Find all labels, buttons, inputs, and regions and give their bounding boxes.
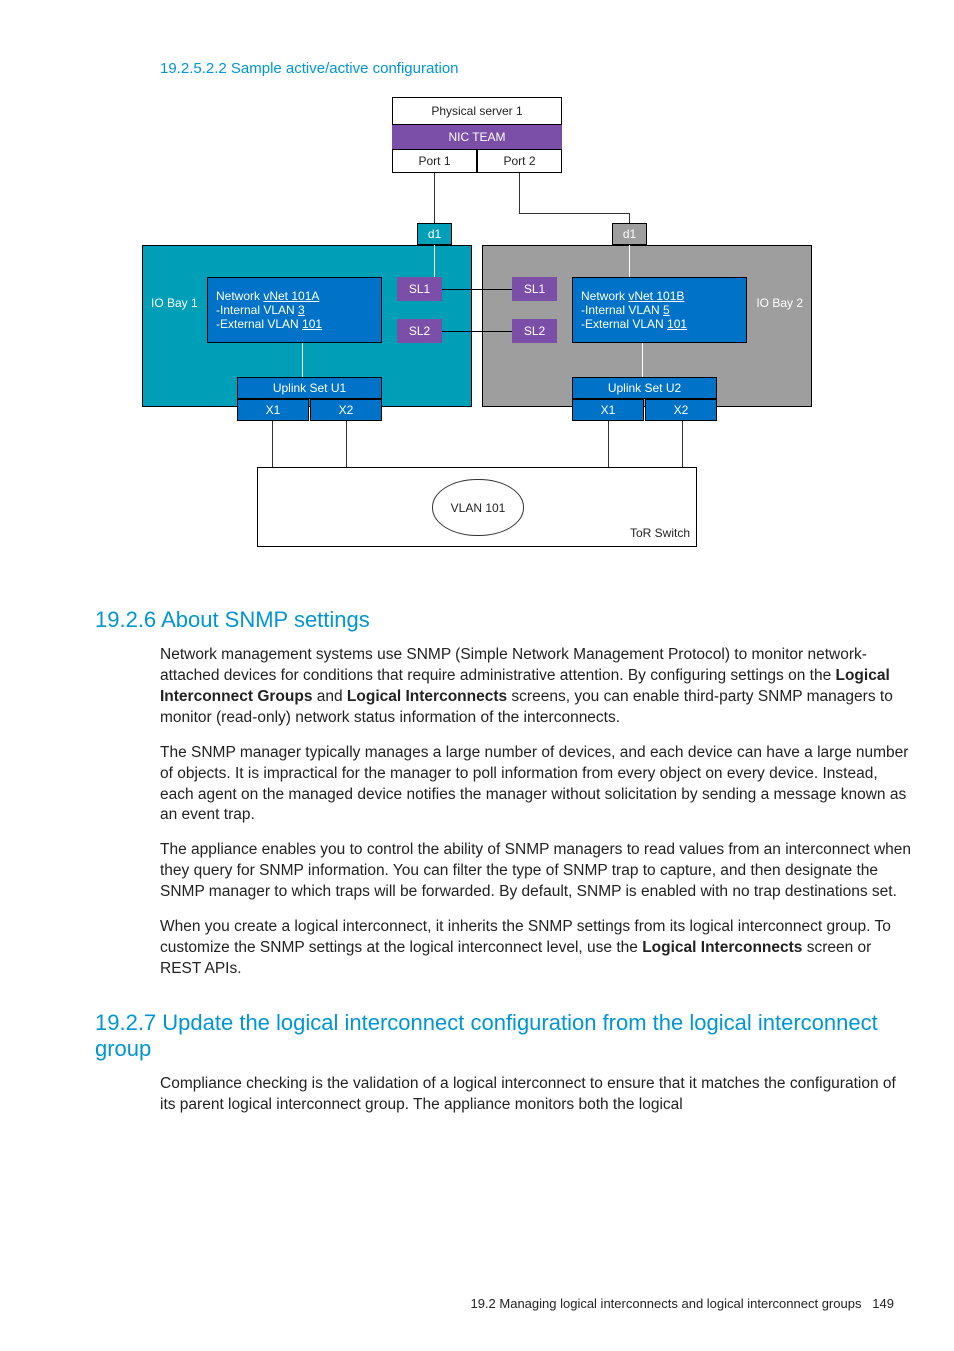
page-footer: 19.2 Managing logical interconnects and … — [40, 1296, 914, 1311]
vnet-a-box: Network vNet 101A -Internal VLAN 3 -Exte… — [207, 277, 382, 343]
io-bay-2-strip — [482, 245, 812, 259]
vnet-a-int: -Internal VLAN 3 — [216, 303, 305, 317]
tor-label: ToR Switch — [630, 526, 690, 540]
d1-right-box: d1 — [612, 223, 647, 245]
io-bay-2-label: IO Bay 2 — [756, 296, 803, 310]
uplink-u1-box: Uplink Set U1 — [237, 377, 382, 399]
x2-r-box: X2 — [645, 399, 717, 421]
sl2-l-box: SL2 — [397, 319, 442, 343]
d1-left-box: d1 — [417, 223, 452, 245]
footer-page: 149 — [872, 1296, 894, 1311]
network-diagram: Physical server 1 NIC TEAM Port 1 Port 2… — [142, 97, 812, 577]
io-bay-1-label: IO Bay 1 — [151, 296, 198, 310]
vlan-cloud: VLAN 101 — [432, 479, 524, 536]
snmp-p2: The SNMP manager typically manages a lar… — [160, 743, 914, 827]
footer-text: 19.2 Managing logical interconnects and … — [470, 1296, 861, 1311]
sl2-r-box: SL2 — [512, 319, 557, 343]
heading-update: 19.2.7 Update the logical interconnect c… — [95, 1010, 914, 1062]
uplink-u2-box: Uplink Set U2 — [572, 377, 717, 399]
port2-box: Port 2 — [477, 149, 562, 173]
vnet-b-ext: -External VLAN 101 — [581, 317, 687, 331]
update-p1: Compliance checking is the validation of… — [160, 1074, 914, 1116]
x1-l-box: X1 — [237, 399, 309, 421]
nic-team-box: NIC TEAM — [392, 125, 562, 149]
snmp-p4-bold: Logical Interconnects — [642, 939, 802, 956]
snmp-p1-mid: and — [312, 688, 346, 705]
vnet-a-name: Network vNet 101A — [216, 289, 319, 303]
snmp-p4: When you create a logical interconnect, … — [160, 917, 914, 980]
snmp-p1: Network management systems use SNMP (Sim… — [160, 645, 914, 729]
snmp-p1-bold2: Logical Interconnects — [347, 688, 507, 705]
snmp-p1-a: Network management systems use SNMP (Sim… — [160, 646, 867, 684]
snmp-p3: The appliance enables you to control the… — [160, 840, 914, 903]
vnet-b-name: Network vNet 101B — [581, 289, 684, 303]
vnet-b-box: Network vNet 101B -Internal VLAN 5 -Exte… — [572, 277, 747, 343]
sl1-l-box: SL1 — [397, 277, 442, 301]
heading-snmp: 19.2.6 About SNMP settings — [95, 607, 914, 633]
sl1-r-box: SL1 — [512, 277, 557, 301]
x1-r-box: X1 — [572, 399, 644, 421]
subsection-title: 19.2.5.2.2 Sample active/active configur… — [160, 60, 914, 77]
port1-box: Port 1 — [392, 149, 477, 173]
physical-server-box: Physical server 1 — [392, 97, 562, 125]
io-bay-1-strip — [142, 245, 472, 259]
x2-l-box: X2 — [310, 399, 382, 421]
vnet-a-ext: -External VLAN 101 — [216, 317, 322, 331]
vnet-b-int: -Internal VLAN 5 — [581, 303, 670, 317]
